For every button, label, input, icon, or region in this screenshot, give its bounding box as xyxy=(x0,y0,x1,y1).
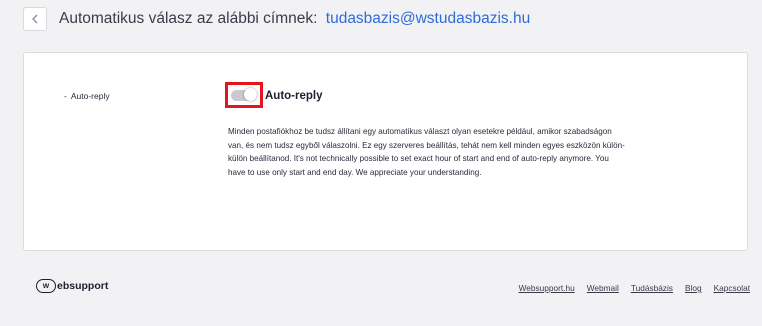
page-title-text: Automatikus válasz az alábbi címnek: xyxy=(59,10,318,27)
page-title: Automatikus válasz az alábbi címnek: tud… xyxy=(59,10,530,28)
logo-mark: w xyxy=(36,279,56,293)
footer-link-kapcsolat[interactable]: Kapcsolat xyxy=(714,283,750,293)
websupport-logo[interactable]: w ebsupport xyxy=(36,279,108,293)
auto-reply-card: - Auto-reply Auto-reply Minden postafiókh… xyxy=(23,52,748,251)
footer-links: Websupport.hu Webmail Tudásbázis Blog Ka… xyxy=(507,283,750,293)
page: Automatikus válasz az alábbi címnek: tud… xyxy=(0,0,762,326)
dash-bullet: - xyxy=(64,91,67,101)
setting-title: Auto-reply xyxy=(265,90,323,102)
email-address: tudasbazis@wstudasbazis.hu xyxy=(325,10,531,27)
footer-link-websupport[interactable]: Websupport.hu xyxy=(519,283,575,293)
footer-link-blog[interactable]: Blog xyxy=(685,283,702,293)
page-header: Automatikus válasz az alábbi címnek: tud… xyxy=(23,7,530,31)
footer-link-tudasbazis[interactable]: Tudásbázis xyxy=(631,283,673,293)
logo-text: ebsupport xyxy=(57,280,109,292)
auto-reply-toggle[interactable] xyxy=(231,87,257,101)
chevron-left-icon xyxy=(32,14,38,24)
section-label: - Auto-reply xyxy=(64,91,110,101)
back-button[interactable] xyxy=(23,7,47,31)
toggle-knob xyxy=(244,87,257,101)
footer-link-webmail[interactable]: Webmail xyxy=(587,283,619,293)
section-label-text: Auto-reply xyxy=(70,91,110,101)
toggle-highlight xyxy=(225,82,263,108)
setting-description: Minden postafiókhoz be tudsz állítani eg… xyxy=(228,127,625,177)
